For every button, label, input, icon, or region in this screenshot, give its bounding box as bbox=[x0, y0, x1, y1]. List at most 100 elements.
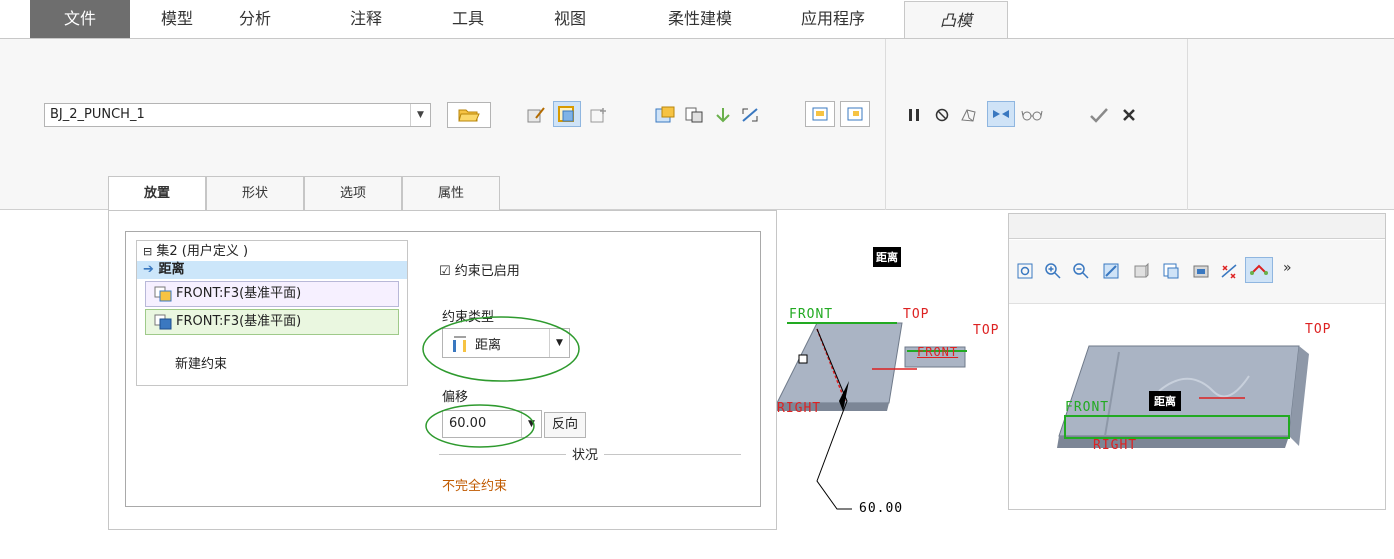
zoom-out-icon bbox=[1073, 263, 1089, 279]
sketch-edit-icon bbox=[527, 107, 545, 123]
saved-views-button[interactable] bbox=[1157, 258, 1185, 284]
placement-plane-icon bbox=[558, 106, 574, 122]
part-select-dropdown[interactable]: BJ_2_PUNCH_1 ▼ bbox=[44, 103, 431, 127]
arrow-down-icon bbox=[716, 108, 730, 123]
tab-properties[interactable]: 属性 bbox=[402, 176, 500, 210]
tab-file[interactable]: 文件 bbox=[30, 0, 130, 38]
tab-tools[interactable]: 工具 bbox=[418, 0, 518, 38]
cancel-button[interactable] bbox=[1115, 102, 1143, 128]
tab-view[interactable]: 视图 bbox=[520, 0, 620, 38]
view-manager-button[interactable] bbox=[1187, 258, 1215, 284]
pause-button[interactable] bbox=[900, 102, 928, 128]
display-style-button[interactable] bbox=[1127, 258, 1155, 284]
checkbox-checked-icon[interactable]: ☑ bbox=[439, 264, 451, 279]
constraint-set-list: ⊟ 集2 (用户定义 ) ➔ 距离 FRONT:F3(基准平面) FRONT:F… bbox=[136, 240, 408, 386]
right-label: RIGHT bbox=[1093, 438, 1138, 453]
right-label: RIGHT bbox=[777, 401, 822, 416]
tab-placement[interactable]: 放置 bbox=[108, 176, 206, 212]
preview-glasses-icon bbox=[993, 110, 1009, 118]
window-view-icon bbox=[812, 107, 828, 121]
front-label-small: FRONT bbox=[917, 345, 959, 359]
reference-1[interactable]: FRONT:F3(基准平面) bbox=[145, 281, 399, 307]
view-button-1[interactable] bbox=[805, 101, 835, 127]
constraint-set-label: 集2 (用户定义 ) bbox=[156, 244, 249, 259]
attach-preview-button[interactable] bbox=[955, 102, 983, 128]
dimension-tag: 距离 bbox=[1149, 391, 1181, 411]
tab-shape[interactable]: 形状 bbox=[206, 176, 304, 210]
reference-2[interactable]: FRONT:F3(基准平面) bbox=[145, 309, 399, 335]
part-select-value: BJ_2_PUNCH_1 bbox=[50, 107, 145, 122]
repaint-button[interactable] bbox=[1097, 258, 1125, 284]
status-value: 不完全约束 bbox=[442, 479, 508, 494]
open-folder-button[interactable] bbox=[447, 102, 491, 128]
glasses-icon bbox=[1021, 110, 1043, 121]
front-label: FRONT bbox=[789, 307, 834, 322]
shaded-cube-icon bbox=[1134, 262, 1149, 278]
highlight-annotations bbox=[422, 316, 580, 448]
secondary-window-titlebar[interactable] bbox=[1009, 214, 1385, 239]
zoom-fit-icon bbox=[1017, 263, 1033, 279]
top-label: TOP bbox=[973, 323, 1000, 338]
tab-applications[interactable]: 应用程序 bbox=[768, 0, 898, 38]
window-view-icon bbox=[847, 107, 863, 121]
zoom-out-button[interactable] bbox=[1067, 258, 1095, 284]
dimension-value[interactable]: 60.00 bbox=[859, 501, 903, 516]
no-preview-button[interactable] bbox=[928, 102, 956, 128]
constraint-item-distance[interactable]: ➔ 距离 bbox=[137, 261, 407, 279]
front-label: FRONT bbox=[1065, 400, 1110, 415]
view-manager-icon bbox=[1193, 265, 1209, 278]
ribbon-tab-bar: 文件 模型 分析 注释 工具 视图 柔性建模 应用程序 凸模 bbox=[0, 0, 1394, 39]
reference-2-text: FRONT:F3(基准平面) bbox=[176, 314, 302, 329]
more-tools-button[interactable]: » bbox=[1283, 260, 1292, 276]
tab-options[interactable]: 选项 bbox=[304, 176, 402, 210]
pause-icon bbox=[909, 109, 919, 121]
datum-plane-icon bbox=[154, 286, 172, 302]
ok-button[interactable] bbox=[1085, 102, 1113, 128]
view-button-2[interactable] bbox=[840, 101, 870, 127]
datum-display-button[interactable] bbox=[1215, 258, 1243, 284]
constraint-item-label: 距离 bbox=[158, 262, 185, 277]
highlight-ellipse bbox=[422, 316, 580, 382]
diagonal-flip-button[interactable] bbox=[736, 102, 764, 128]
export-sketch-icon bbox=[590, 108, 606, 123]
sketch-placement-button[interactable] bbox=[553, 101, 581, 127]
highlight-ellipse bbox=[425, 404, 535, 448]
tab-punch[interactable]: 凸模 bbox=[904, 1, 1008, 39]
reference-1-text: FRONT:F3(基准平面) bbox=[176, 286, 302, 301]
constraint-set-row[interactable]: ⊟ 集2 (用户定义 ) bbox=[137, 243, 407, 261]
constraint-enabled-label: 约束已启用 bbox=[454, 264, 520, 279]
secondary-model-window: » TOP FRONT RIGHT 距离 bbox=[1008, 213, 1386, 510]
annotation-display-button[interactable] bbox=[1245, 257, 1273, 283]
annotation-display-icon bbox=[1250, 264, 1268, 275]
part-plate bbox=[777, 322, 903, 404]
tab-model[interactable]: 模型 bbox=[138, 0, 216, 38]
top-label: TOP bbox=[903, 307, 930, 322]
repaint-icon bbox=[1103, 263, 1119, 279]
new-constraint-link[interactable]: 新建约束 bbox=[175, 353, 227, 372]
zoom-in-button[interactable] bbox=[1039, 258, 1067, 284]
tab-analysis[interactable]: 分析 bbox=[216, 0, 294, 38]
constraint-enabled-checkbox[interactable]: ☑ 约束已启用 bbox=[439, 260, 520, 279]
datum-display-icon bbox=[1221, 264, 1237, 279]
prohibit-icon bbox=[935, 108, 949, 122]
punch-table-button[interactable] bbox=[680, 102, 708, 128]
close-icon bbox=[1123, 109, 1135, 121]
collapse-icon[interactable]: ⊟ bbox=[143, 245, 152, 258]
arrow-right-icon: ➔ bbox=[143, 262, 154, 277]
sketch-edit-button[interactable] bbox=[522, 102, 550, 128]
sketch-export-button[interactable] bbox=[585, 102, 613, 128]
folder-icon bbox=[458, 109, 480, 122]
tab-annotate[interactable]: 注释 bbox=[316, 0, 416, 38]
placement-panel: ⊟ 集2 (用户定义 ) ➔ 距离 FRONT:F3(基准平面) FRONT:F… bbox=[108, 210, 777, 530]
move-direction-button[interactable] bbox=[709, 102, 737, 128]
shape-refine-button[interactable] bbox=[651, 102, 679, 128]
chevron-down-icon[interactable]: ▼ bbox=[410, 104, 430, 126]
ribbon-separator bbox=[885, 39, 886, 210]
verify-button[interactable] bbox=[1018, 102, 1046, 128]
drag-handle[interactable] bbox=[798, 354, 808, 364]
punch-table-icon bbox=[685, 107, 703, 123]
tab-flexible-modeling[interactable]: 柔性建模 bbox=[630, 0, 770, 38]
refit-button[interactable] bbox=[1011, 258, 1039, 284]
verify-preview-button[interactable] bbox=[987, 101, 1015, 127]
placement-panel-frame: ⊟ 集2 (用户定义 ) ➔ 距离 FRONT:F3(基准平面) FRONT:F… bbox=[125, 231, 761, 507]
